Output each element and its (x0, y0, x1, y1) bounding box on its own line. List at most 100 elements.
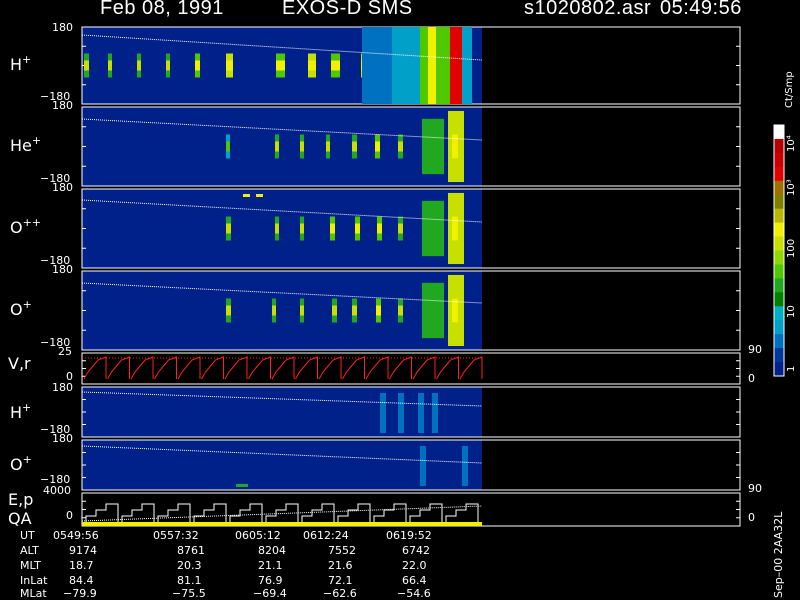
panel-2-blob-core-1 (275, 223, 279, 234)
panel-0-blob-core-1 (108, 60, 112, 71)
panel-2-spot-b (256, 194, 263, 197)
footer-alt-2: 8204 (258, 544, 286, 557)
panel-3-blob-core-0 (226, 305, 231, 316)
footer-mlt-1: 20.3 (177, 559, 202, 572)
footer-mlat-3: −62.6 (323, 587, 357, 600)
colorbar-tick-1e4: 10⁴ (786, 135, 797, 152)
footer-ut-0: 0549:56 (53, 529, 99, 542)
tick-p4-top: 25 (58, 345, 72, 358)
footer-row-ut-name: UT (20, 529, 35, 542)
colorbar-swatch-2 (774, 152, 784, 168)
footer-alt-0: 9174 (69, 544, 97, 557)
colorbar-swatch-7 (774, 222, 784, 238)
footer-row-inlat-name: InLat (20, 574, 48, 587)
low-column-3 (432, 393, 438, 433)
tick-p4-right-bottom: 0 (748, 372, 755, 385)
panel-label-o-plusplus: O++ (10, 216, 42, 237)
panel-2-blob-core-6 (398, 223, 403, 234)
colorbar-swatch-17 (774, 362, 784, 377)
panel-3-blob-core-3 (332, 305, 337, 316)
panel-1-blob-core-2 (300, 141, 304, 152)
low-column-5 (462, 446, 468, 486)
footer-mlt-4: 22.0 (402, 559, 427, 572)
colorbar-swatch-0 (774, 125, 784, 140)
panel-2-blob-core-5 (377, 223, 382, 234)
panel-1-blob-core-3 (326, 141, 330, 152)
panel-3-blob-core-1 (272, 305, 276, 316)
tick-p7-top: 4000 (43, 484, 71, 497)
spectrogram-figure (81, 26, 785, 527)
panel-label-vr: V,r (8, 354, 31, 373)
colorbar-title: Ct/Smp (784, 71, 795, 108)
footer-mlt-2: 21.1 (258, 559, 283, 572)
panel-0-dense-d (428, 27, 436, 104)
colorbar-swatch-8 (774, 236, 784, 251)
low-column-0 (380, 393, 386, 433)
panels-layer (81, 26, 741, 527)
colorbar-swatch-13 (774, 306, 784, 321)
plot-time: 05:49:56 (660, 0, 742, 19)
plot-instrument: EXOS-D SMS (282, 0, 413, 19)
colorbar-tick-1e3: 10³ (786, 179, 797, 196)
panel-3-blob-core-6 (398, 305, 403, 316)
footer-row-mlt-name: MLT (20, 559, 41, 572)
panel-2-blob-core-4 (355, 223, 360, 234)
footer-ut-2: 0605:12 (235, 529, 281, 542)
panel-2-blob-core-0 (226, 223, 231, 234)
panel-label-o-plus: O+ (10, 298, 32, 319)
footer-alt-1: 8761 (177, 544, 205, 557)
tick-p7-right-bottom: 0 (748, 511, 755, 524)
footer-inlat-0: 84.4 (69, 574, 94, 587)
panel-label-qa: QA (8, 509, 32, 528)
panel-3-blob-core-4 (352, 305, 357, 316)
colorbar-swatch-15 (774, 334, 784, 349)
colorbar-swatch-4 (774, 180, 784, 196)
tick-p2-top: 180 (52, 181, 73, 194)
panel-3-dense-c (452, 298, 458, 323)
panel-0-blob-core-8 (331, 60, 340, 71)
footer-mlat-0: −79.9 (63, 587, 97, 600)
footer-inlat-1: 81.1 (177, 574, 202, 587)
panel-1-blob-core-6 (398, 141, 403, 152)
panel-0-dense-a (362, 27, 392, 104)
colorbar-swatch-11 (774, 278, 784, 293)
colorbar-swatch-6 (774, 208, 784, 224)
footer-inlat-3: 72.1 (328, 574, 353, 587)
footer-alt-4: 6742 (402, 544, 430, 557)
footer-row-alt-name: ALT (20, 544, 39, 557)
panel-1-blob-core-5 (375, 141, 380, 152)
footer-mlat-1: −75.5 (172, 587, 206, 600)
tick-p5-top: 180 (52, 381, 73, 394)
panel-3-dense-a (422, 282, 444, 339)
colorbar-tick-1: 1 (786, 365, 797, 372)
footer-inlat-4: 66.4 (402, 574, 427, 587)
colorbar-swatch-12 (774, 292, 784, 307)
plot-date: Feb 08, 1991 (100, 0, 224, 19)
footer-alt-3: 7552 (328, 544, 356, 557)
panel-0-blob-core-6 (276, 60, 285, 71)
tick-p7-bottom: 0 (66, 509, 73, 522)
panel-1-blob-core-1 (275, 141, 279, 152)
qa-bar (82, 522, 482, 526)
panel-0-dense-f (462, 27, 472, 104)
footer-ut-1: 0557:32 (153, 529, 199, 542)
panel-7-frame (81, 492, 741, 527)
footer-stamp: Sep–00 2AA32L (772, 511, 785, 598)
tick-p6-top: 180 (52, 432, 73, 445)
colorbar-swatch-1 (774, 138, 784, 154)
colorbar-swatch-9 (774, 250, 784, 265)
colorbar-swatch-10 (774, 264, 784, 279)
colorbar-swatch-3 (774, 166, 784, 182)
tick-p4-right-top: 90 (748, 343, 762, 356)
footer-mlat-2: −69.4 (253, 587, 287, 600)
low-column-2 (418, 393, 424, 433)
panel-0-blob-core-2 (137, 60, 141, 71)
footer-ut-4: 0619:52 (386, 529, 432, 542)
panel-0-dense-e (450, 27, 462, 104)
colorbar-swatch-14 (774, 320, 784, 335)
panel-label-he-plus: He+ (10, 134, 42, 155)
footer-ut-3: 0612:24 (303, 529, 349, 542)
low-column-1 (398, 393, 404, 433)
panel-0-blob-core-0 (84, 60, 89, 71)
footer-mlt-0: 18.7 (69, 559, 94, 572)
